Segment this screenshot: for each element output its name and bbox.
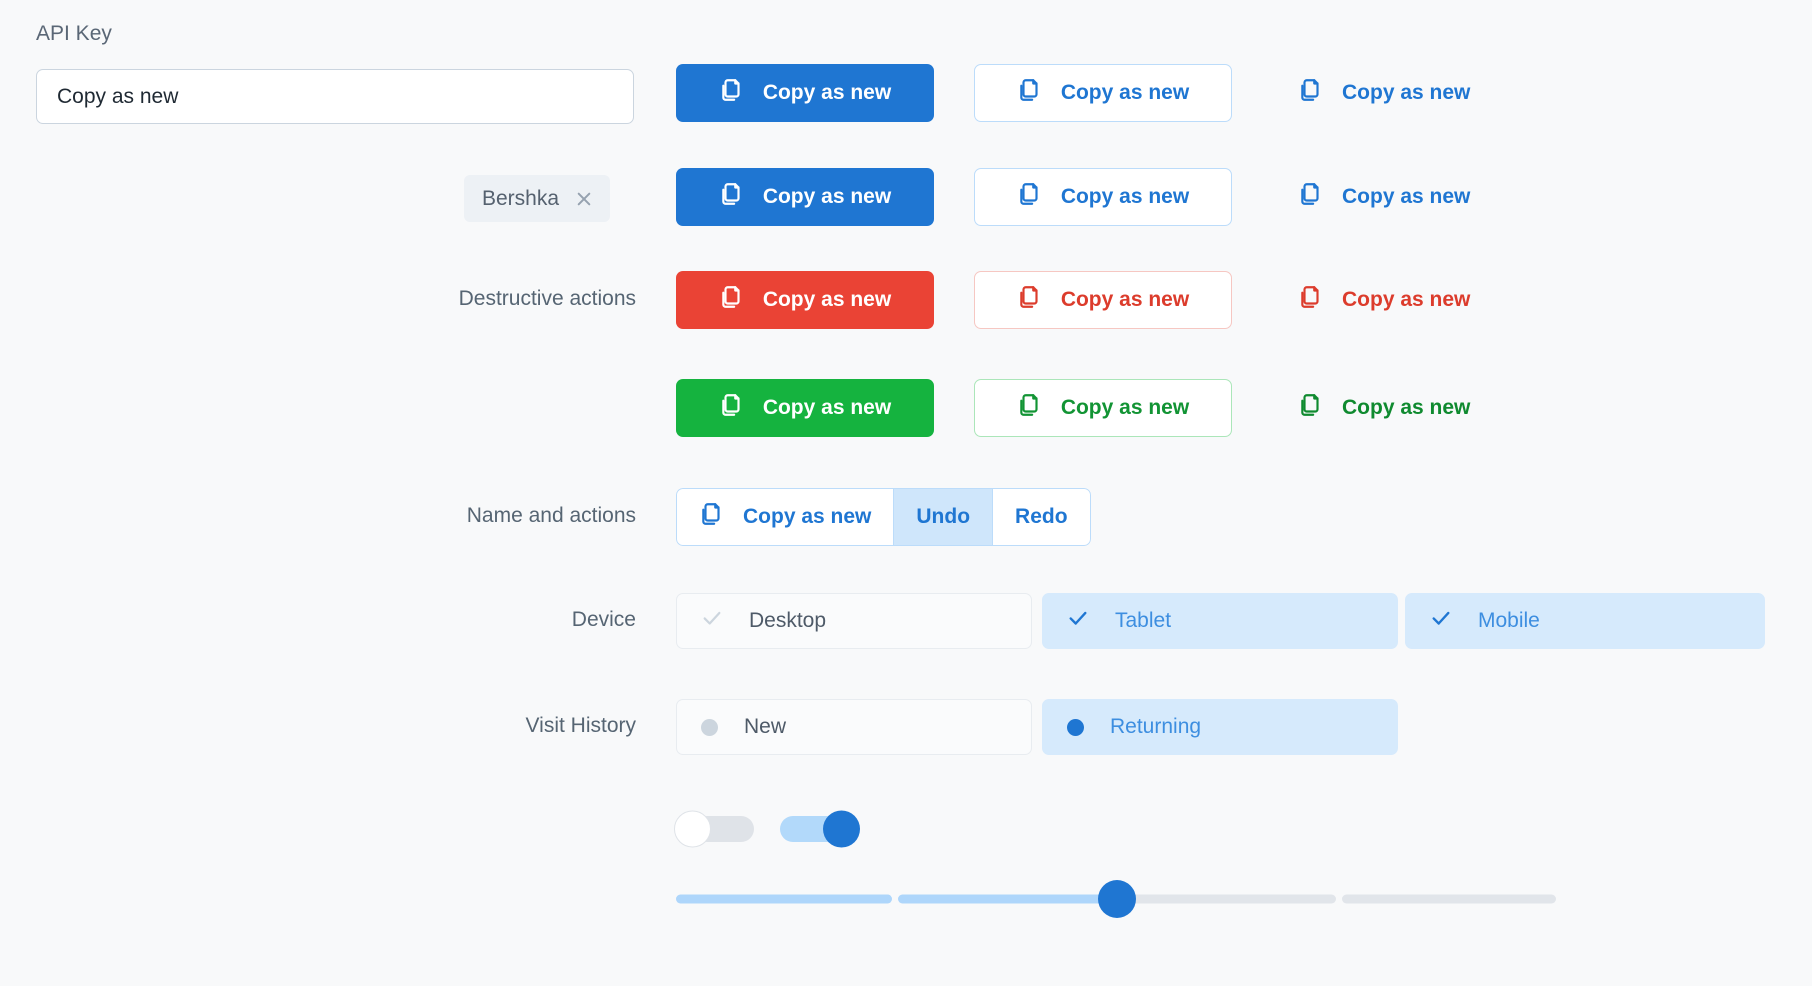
check-icon: [1067, 607, 1089, 635]
device-option-label: Desktop: [749, 609, 827, 632]
tag-label: Bershka: [482, 186, 560, 210]
check-icon: [701, 607, 723, 635]
button-label: Copy as new: [762, 185, 892, 208]
radio-dot-icon: [1067, 718, 1084, 736]
device-option-desktop[interactable]: Desktop: [676, 593, 1032, 649]
button-row-success-solid: Copy as new: [676, 379, 934, 437]
copy-as-new-solid-button[interactable]: Copy as new: [676, 64, 934, 122]
button-label: Copy as new: [1342, 185, 1471, 208]
slider-track-segment-2: [898, 894, 1114, 904]
button-label: Copy as new: [1342, 81, 1471, 104]
copy-as-new-success-solid-button[interactable]: Copy as new: [676, 379, 934, 437]
button-label: Copy as new: [762, 81, 892, 104]
slider-track-segment-3: [1120, 894, 1336, 904]
bershka-tag[interactable]: Bershka: [464, 175, 611, 222]
copy-icon: [1017, 392, 1043, 424]
button-label: Copy as new: [1060, 81, 1190, 104]
copy-as-new-success-ghost-button[interactable]: Copy as new: [1297, 379, 1471, 437]
copy-icon: [1298, 284, 1324, 316]
copy-as-new-outline-button-2[interactable]: Copy as new: [974, 168, 1232, 226]
button-row-primary: Copy as new: [676, 64, 934, 122]
toggle-switch-on[interactable]: [780, 810, 860, 848]
button-row-outline-2: Copy as new: [974, 168, 1232, 226]
radio-dot-icon: [701, 718, 718, 736]
segment-label: Redo: [1015, 505, 1068, 528]
api-key-label: API Key: [36, 22, 112, 45]
copy-icon: [719, 284, 745, 316]
device-option-tablet[interactable]: Tablet: [1042, 593, 1398, 649]
button-label: Copy as new: [1060, 396, 1190, 419]
button-label: Copy as new: [762, 288, 892, 311]
close-icon[interactable]: [575, 190, 592, 207]
copy-icon: [1298, 181, 1324, 213]
copy-as-new-ghost-button[interactable]: Copy as new: [1297, 64, 1471, 122]
copy-as-new-success-outline-button[interactable]: Copy as new: [974, 379, 1232, 437]
button-row-danger-ghost: Copy as new: [1297, 271, 1471, 329]
segment-undo[interactable]: Undo: [893, 488, 993, 546]
toggle-knob: [674, 810, 711, 848]
button-row-danger-solid: Copy as new: [676, 271, 934, 329]
visit-history-label: Visit History: [525, 714, 636, 737]
copy-as-new-danger-outline-button[interactable]: Copy as new: [974, 271, 1232, 329]
segmented-button-group: Copy as new Undo Redo: [676, 488, 1091, 546]
destructive-actions-label: Destructive actions: [458, 287, 636, 310]
check-icon: [1430, 607, 1452, 635]
button-row-ghost: Copy as new: [1297, 64, 1471, 122]
device-option-mobile[interactable]: Mobile: [1405, 593, 1765, 649]
button-row-danger-outline: Copy as new: [974, 271, 1232, 329]
button-label: Copy as new: [762, 396, 892, 419]
slider-track-segment-1: [676, 894, 892, 904]
copy-icon: [1017, 77, 1043, 109]
segment-label: Undo: [916, 505, 971, 528]
device-label: Device: [571, 608, 636, 631]
button-row-primary-2: Copy as new: [676, 168, 934, 226]
button-row-success-outline: Copy as new: [974, 379, 1232, 437]
settings-form-page: API Key Copy as new Copy as new Copy as …: [0, 0, 1812, 986]
device-option-label: Tablet: [1115, 609, 1172, 632]
api-key-input[interactable]: [36, 69, 634, 124]
segment-redo[interactable]: Redo: [992, 488, 1091, 546]
range-slider[interactable]: [676, 880, 1556, 918]
copy-as-new-ghost-button-2[interactable]: Copy as new: [1297, 168, 1471, 226]
visit-history-option-label: New: [744, 715, 787, 738]
button-label: Copy as new: [1060, 185, 1190, 208]
copy-as-new-solid-button-2[interactable]: Copy as new: [676, 168, 934, 226]
copy-as-new-danger-ghost-button[interactable]: Copy as new: [1297, 271, 1471, 329]
button-label: Copy as new: [1342, 288, 1471, 311]
copy-icon: [1298, 392, 1324, 424]
copy-icon: [719, 392, 745, 424]
slider-track-segment-4: [1342, 894, 1556, 904]
copy-icon: [1017, 181, 1043, 213]
visit-history-option-label: Returning: [1110, 715, 1202, 738]
name-and-actions-label: Name and actions: [466, 504, 636, 527]
visit-history-option-returning[interactable]: Returning: [1042, 699, 1398, 755]
slider-handle[interactable]: [1098, 880, 1136, 918]
button-row-outline: Copy as new: [974, 64, 1232, 122]
copy-icon: [719, 181, 745, 213]
copy-icon: [1017, 284, 1043, 316]
button-label: Copy as new: [1342, 396, 1471, 419]
copy-icon: [1298, 77, 1324, 109]
segment-label: Copy as new: [743, 505, 872, 528]
button-label: Copy as new: [1060, 288, 1190, 311]
device-option-label: Mobile: [1478, 609, 1540, 632]
copy-as-new-outline-button[interactable]: Copy as new: [974, 64, 1232, 122]
visit-history-option-new[interactable]: New: [676, 699, 1032, 755]
copy-icon: [719, 77, 745, 109]
button-row-success-ghost: Copy as new: [1297, 379, 1471, 437]
toggle-switch-off[interactable]: [674, 810, 754, 848]
copy-as-new-danger-solid-button[interactable]: Copy as new: [676, 271, 934, 329]
copy-icon: [699, 501, 725, 533]
toggle-knob: [823, 810, 860, 848]
segment-copy-as-new[interactable]: Copy as new: [676, 488, 894, 546]
button-row-ghost-2: Copy as new: [1297, 168, 1471, 226]
